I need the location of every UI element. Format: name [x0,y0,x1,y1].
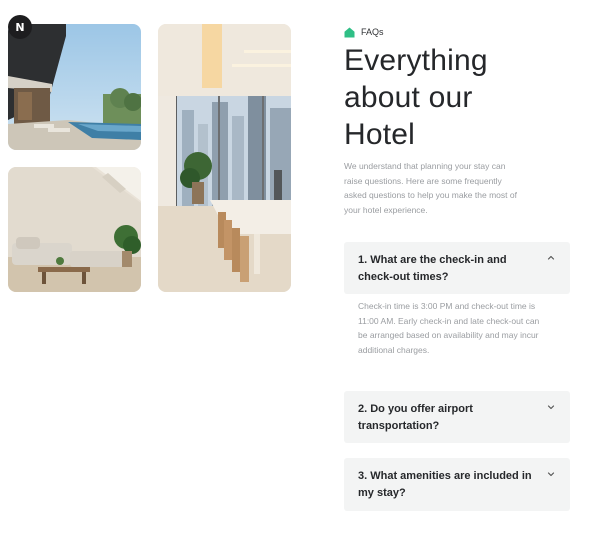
page-title: Everything about our Hotel [344,42,570,153]
faq-eyebrow: FAQs [344,25,570,39]
faq-header: FAQs Everything about our Hotel We under… [344,25,570,217]
faq-question-2-text: 2. Do you offer airport transportation? [358,403,473,432]
chevron-up-icon[interactable] [546,253,556,263]
home-icon [344,27,355,37]
chevron-down-icon[interactable] [546,402,556,412]
brand-logo-letter: N [15,20,25,34]
faq-question-1[interactable]: 1. What are the check-in and check-out t… [344,242,570,296]
hotel-lounge-photo [8,167,141,292]
brand-logo[interactable]: N [8,15,32,39]
faq-item-2[interactable]: 2. Do you offer airport transportation? [344,391,570,443]
faq-question-3-text: 3. What amenities are included in my sta… [358,470,532,499]
faq-eyebrow-label: FAQs [361,27,384,37]
faq-answer-1: Check-in time is 3:00 PM and check-out t… [358,301,540,355]
faq-question-3[interactable]: 3. What amenities are included in my sta… [344,458,570,512]
hotel-pool-photo [8,24,141,150]
hotel-dining-photo [158,24,291,292]
faq-item-1[interactable]: 1. What are the check-in and check-out t… [344,242,570,294]
faq-question-2[interactable]: 2. Do you offer airport transportation? [344,391,570,445]
page-title-line-1: Everything [344,44,488,77]
faq-intro-text: We understand that planning your stay ca… [344,161,517,215]
page-title-line-2: about our [344,81,473,114]
chevron-down-icon[interactable] [546,469,556,479]
page-title-line-3: Hotel [344,118,416,151]
faq-question-1-text: 1. What are the check-in and check-out t… [358,254,507,283]
faq-item-3[interactable]: 3. What amenities are included in my sta… [344,458,570,511]
